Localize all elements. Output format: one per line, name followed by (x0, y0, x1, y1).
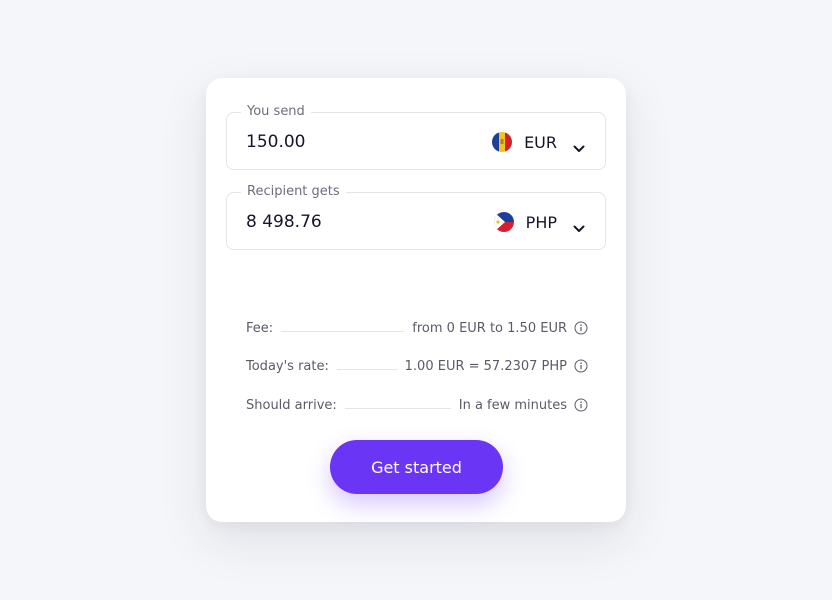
rate-label: Today's rate: (246, 358, 329, 374)
send-currency-selector[interactable]: EUR (492, 129, 585, 155)
arrival-label: Should arrive: (246, 397, 337, 413)
rate-value: 1.00 EUR = 57.2307 PHP (404, 358, 567, 374)
chevron-down-icon (573, 138, 585, 152)
dotted-divider (336, 368, 397, 370)
recipient-currency-selector[interactable]: PHP (493, 209, 585, 235)
rate-row: Today's rate: 1.00 EUR = 57.2307 PHP (246, 357, 588, 375)
fee-label: Fee: (246, 320, 274, 336)
info-icon[interactable] (574, 359, 588, 373)
fee-value: from 0 EUR to 1.50 EUR (412, 320, 567, 336)
recipient-amount-field[interactable]: Recipient gets 8 498.76 PHP (226, 183, 606, 250)
info-icon[interactable] (574, 398, 588, 412)
send-amount-field[interactable]: You send 150.00 EUR (226, 103, 606, 170)
fee-row: Fee: from 0 EUR to 1.50 EUR (246, 319, 588, 337)
recipient-currency-code: PHP (525, 212, 557, 232)
recipient-amount-value[interactable]: 8 498.76 (246, 211, 322, 233)
get-started-button[interactable]: Get started (330, 440, 503, 494)
chevron-down-icon (573, 218, 585, 232)
send-field-label: You send (241, 103, 311, 121)
send-amount-value[interactable]: 150.00 (246, 131, 305, 153)
dotted-divider (344, 407, 451, 409)
arrival-row: Should arrive: In a few minutes (246, 396, 588, 414)
money-transfer-card: You send 150.00 EUR Recipient gets 8 498… (206, 78, 626, 522)
arrival-value: In a few minutes (458, 397, 567, 413)
info-icon[interactable] (574, 321, 588, 335)
send-currency-code: EUR (524, 132, 557, 152)
andorra-flag-icon (492, 132, 513, 152)
philippines-flag-icon (493, 212, 514, 232)
dotted-divider (281, 330, 405, 332)
recipient-field-label: Recipient gets (241, 183, 346, 201)
